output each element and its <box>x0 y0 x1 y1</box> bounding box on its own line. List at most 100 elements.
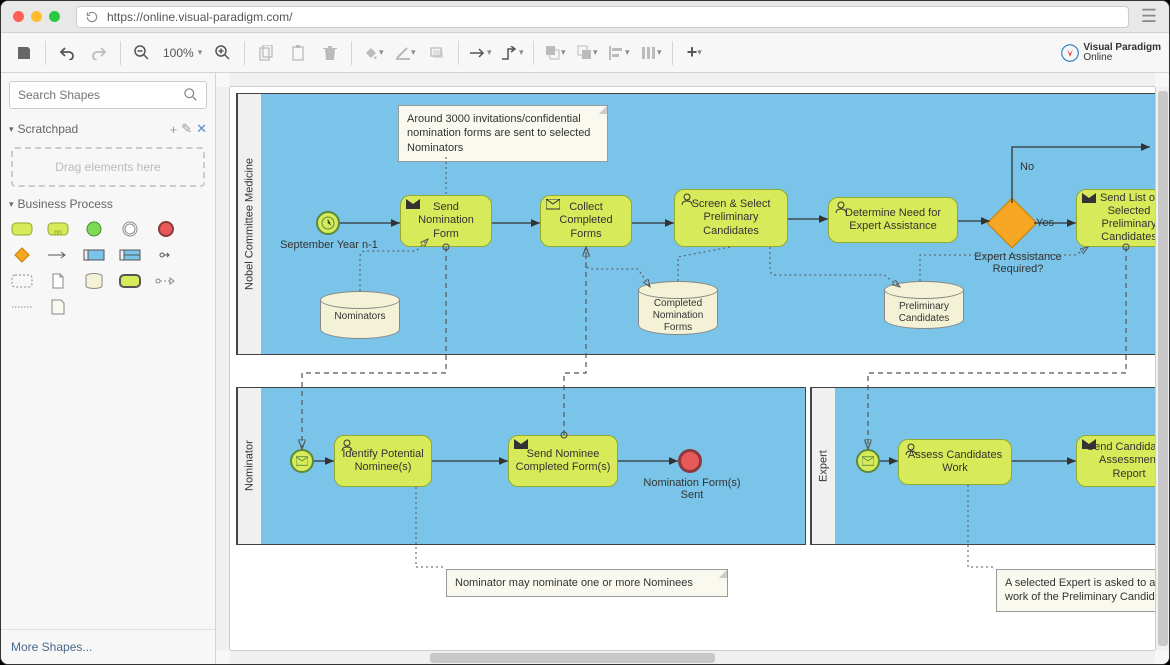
envelope-icon <box>296 456 308 466</box>
task-send-nomination[interactable]: Send Nomination Form <box>400 195 492 247</box>
copy-button[interactable] <box>251 38 281 68</box>
canvas-area: Nobel Committee Medicine Nominator Exper… <box>216 73 1169 664</box>
start-event-label: September Year n-1 <box>274 239 384 251</box>
palette-lane-icon[interactable] <box>119 247 141 263</box>
stroke-button[interactable]: ▾ <box>390 38 420 68</box>
end-event-label: Nomination Form(s) Sent <box>638 477 746 501</box>
lane-expert-label: Expert <box>811 388 835 544</box>
main: ▾ Scratchpad + ✎ ✕ Drag elements here ▾ … <box>1 73 1169 664</box>
delete-button[interactable] <box>315 38 345 68</box>
window-controls <box>13 11 60 22</box>
task-collect-forms[interactable]: Collect Completed Forms <box>540 195 632 247</box>
undo-button[interactable] <box>52 38 82 68</box>
msg-start-expert[interactable] <box>856 449 880 473</box>
maximize-dot[interactable] <box>49 11 60 22</box>
sidebar: ▾ Scratchpad + ✎ ✕ Drag elements here ▾ … <box>1 73 216 664</box>
palette-dataobj-icon[interactable] <box>47 273 69 289</box>
scrollbar-horizontal[interactable] <box>230 650 1155 664</box>
minimize-dot[interactable] <box>31 11 42 22</box>
ruler-vertical <box>216 87 230 650</box>
palette-msgflow-icon[interactable] <box>155 273 177 289</box>
align-button[interactable]: ▾ <box>604 38 634 68</box>
palette-subprocess-icon[interactable] <box>47 221 69 237</box>
reload-icon <box>85 10 99 24</box>
lane-nominator-label: Nominator <box>237 388 261 544</box>
task-send-list[interactable]: Send List of Selected Preliminary Candid… <box>1076 189 1155 247</box>
close-dot[interactable] <box>13 11 24 22</box>
task-determine-need[interactable]: Determine Need for Expert Assistance <box>828 197 958 243</box>
shadow-button[interactable] <box>422 38 452 68</box>
palette-annotation-icon[interactable] <box>47 299 69 315</box>
scratchpad-edit-icon[interactable]: ✎ <box>181 121 192 137</box>
url-text: https://online.visual-paradigm.com/ <box>107 10 292 24</box>
back-button[interactable]: ▾ <box>572 38 602 68</box>
fill-button[interactable]: ▾ <box>358 38 388 68</box>
task-send-nominee-forms[interactable]: Send Nominee Completed Form(s) <box>508 435 618 487</box>
annotation-invitations[interactable]: Around 3000 invitations/confidential nom… <box>398 105 608 162</box>
gateway-yes-label: Yes <box>1036 217 1054 229</box>
zoom-in-button[interactable] <box>208 38 238 68</box>
annotation-expert[interactable]: A selected Expert is asked to assess the… <box>996 569 1155 612</box>
lane-committee-label: Nobel Committee Medicine <box>237 94 261 354</box>
front-button[interactable]: ▾ <box>540 38 570 68</box>
palette-start-icon[interactable] <box>83 221 105 237</box>
more-shapes-link[interactable]: More Shapes... <box>1 629 215 664</box>
palette-call-icon[interactable] <box>119 273 141 289</box>
shape-palette <box>1 215 215 321</box>
scratchpad-label: Scratchpad <box>18 122 79 136</box>
gateway-label: Expert Assistance Required? <box>970 251 1066 275</box>
brand-logo: Visual ParadigmOnline <box>1061 43 1161 63</box>
canvas[interactable]: Nobel Committee Medicine Nominator Exper… <box>230 87 1155 650</box>
palette-gateway-icon[interactable] <box>11 247 33 263</box>
connector-button[interactable]: ▾ <box>465 38 495 68</box>
annotation-nominator[interactable]: Nominator may nominate one or more Nomin… <box>446 569 728 597</box>
envelope-icon <box>862 456 874 466</box>
brand-icon <box>1061 44 1079 62</box>
palette-link-icon[interactable] <box>155 247 177 263</box>
palette-intermediate-icon[interactable] <box>119 221 141 237</box>
palette-pool-icon[interactable] <box>83 247 105 263</box>
zoom-out-button[interactable] <box>127 38 157 68</box>
titlebar: https://online.visual-paradigm.com/ ☰ <box>1 1 1169 33</box>
search-shapes-box[interactable] <box>9 81 207 109</box>
scrollbar-vertical[interactable] <box>1155 87 1169 650</box>
palette-group-icon[interactable] <box>11 273 33 289</box>
add-button[interactable]: +▾ <box>679 38 709 68</box>
bp-header[interactable]: ▾ Business Process <box>1 193 215 215</box>
redo-button[interactable] <box>84 38 114 68</box>
send-icon <box>1082 193 1096 205</box>
palette-seqflow-icon[interactable] <box>47 247 69 263</box>
user-icon <box>680 193 694 205</box>
scratchpad-add-icon[interactable]: + <box>170 122 178 137</box>
menu-icon[interactable]: ☰ <box>1141 6 1157 27</box>
task-assess-work[interactable]: Assess Candidates Work <box>898 439 1012 485</box>
waypoint-button[interactable]: ▾ <box>497 38 527 68</box>
palette-assoc-icon[interactable] <box>11 299 33 315</box>
task-send-assessment[interactable]: Send Candidates Assessment Report <box>1076 435 1155 487</box>
msg-start-nominator[interactable] <box>290 449 314 473</box>
start-event-timer[interactable] <box>316 211 340 235</box>
zoom-level[interactable]: 100%▾ <box>159 46 206 60</box>
send-icon <box>514 439 528 451</box>
palette-task-icon[interactable] <box>11 221 33 237</box>
save-button[interactable] <box>9 38 39 68</box>
distribute-button[interactable]: ▾ <box>636 38 666 68</box>
task-screen-select[interactable]: Screen & Select Preliminary Candidates <box>674 189 788 247</box>
ruler-horizontal <box>230 73 1155 87</box>
paste-button[interactable] <box>283 38 313 68</box>
datastore-prelim[interactable]: Preliminary Candidates <box>884 281 964 329</box>
search-input[interactable] <box>18 88 184 102</box>
search-icon <box>184 88 198 102</box>
scratchpad-dropzone[interactable]: Drag elements here <box>11 147 205 187</box>
gateway-no-label: No <box>1020 161 1034 173</box>
end-event-nom-sent[interactable] <box>678 449 702 473</box>
bp-label: Business Process <box>18 197 113 211</box>
datastore-nominators[interactable]: Nominators <box>320 291 400 339</box>
scratchpad-header[interactable]: ▾ Scratchpad + ✎ ✕ <box>1 117 215 141</box>
scratchpad-close-icon[interactable]: ✕ <box>196 121 207 137</box>
datastore-completed-forms[interactable]: Completed Nomination Forms <box>638 281 718 335</box>
url-bar[interactable]: https://online.visual-paradigm.com/ <box>76 6 1129 28</box>
palette-datastore-icon[interactable] <box>83 273 105 289</box>
task-identify-nominees[interactable]: Identify Potential Nominee(s) <box>334 435 432 487</box>
palette-end-icon[interactable] <box>155 221 177 237</box>
